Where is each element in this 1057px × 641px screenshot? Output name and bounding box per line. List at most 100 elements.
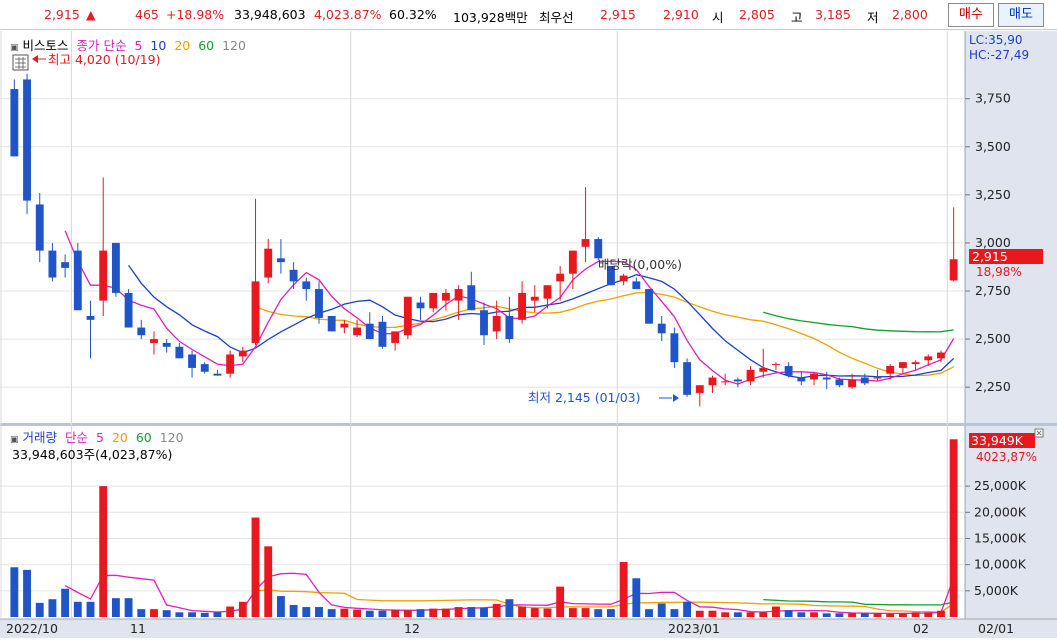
candle-body bbox=[848, 379, 857, 388]
volume-bar bbox=[619, 562, 628, 617]
candle-body bbox=[581, 239, 590, 247]
candle-body bbox=[822, 377, 831, 380]
buy-button[interactable]: 매수 bbox=[948, 3, 994, 27]
candle-body bbox=[200, 364, 209, 372]
volume-rate: 4,023.87% bbox=[314, 7, 382, 22]
volume-bar bbox=[23, 569, 31, 617]
candle-body bbox=[99, 250, 108, 301]
date-axis-bar bbox=[0, 619, 1057, 638]
dividend-marker: 배당락(0,00%) bbox=[598, 257, 682, 272]
candle-body bbox=[683, 362, 692, 395]
volume-bar bbox=[835, 613, 844, 617]
candle-body bbox=[416, 302, 425, 309]
stock-chart[interactable]: 3,750 3,500 3,250 3,000 2,750 2,500 2,250 25,00… bbox=[0, 31, 1057, 638]
candle-body bbox=[645, 289, 653, 324]
date-axis-tick: 2022/10 bbox=[6, 621, 58, 636]
volume-bar bbox=[480, 607, 488, 617]
candle-body bbox=[124, 292, 133, 328]
candle-body bbox=[797, 377, 806, 382]
candle-body bbox=[276, 258, 285, 263]
candle-body bbox=[556, 273, 565, 282]
candle-body bbox=[213, 373, 222, 376]
volume-bar bbox=[645, 609, 653, 617]
candle-body bbox=[353, 327, 362, 336]
candle-body bbox=[61, 262, 70, 268]
candle-body bbox=[886, 366, 895, 374]
candle-body bbox=[835, 379, 844, 386]
candle-body bbox=[924, 356, 933, 361]
volume-bar bbox=[568, 608, 577, 617]
ma120-label: 120 bbox=[222, 38, 246, 53]
volume-bar bbox=[61, 588, 70, 617]
candle-body bbox=[721, 381, 730, 383]
volume-bar bbox=[340, 608, 349, 617]
volume-bar bbox=[810, 612, 818, 617]
ma60-label: 60 bbox=[198, 38, 215, 53]
volume-ma-label: 단순 bbox=[65, 430, 89, 445]
candle-body bbox=[480, 310, 488, 336]
volume-bar bbox=[35, 602, 44, 617]
grid-toggle-icon[interactable] bbox=[12, 54, 29, 71]
candle-body bbox=[530, 296, 539, 301]
price-axis-tick: 2,750 bbox=[975, 283, 1011, 298]
price-change: 465 bbox=[135, 7, 159, 22]
volume-label: 거래량 bbox=[22, 430, 58, 445]
chart-canvas[interactable]: 3,750 3,500 3,250 3,000 2,750 2,500 2,250 25,00… bbox=[0, 31, 1057, 638]
volume-bar bbox=[251, 517, 260, 617]
priority-label: 최우선 bbox=[539, 10, 574, 25]
ma-label: 종가 단순 bbox=[76, 38, 127, 53]
current-volume-tag-label: 33,949K bbox=[971, 433, 1024, 448]
volume-ma5-label: 5 bbox=[96, 430, 104, 445]
candle-body bbox=[937, 352, 945, 359]
current-volume-rate-label: 4023,87% bbox=[976, 450, 1037, 464]
volume-bar bbox=[492, 603, 501, 617]
price-axis-tick: 2,500 bbox=[975, 331, 1011, 346]
candle-body bbox=[188, 354, 196, 368]
volume-bar bbox=[378, 610, 387, 617]
volume-bar bbox=[581, 608, 590, 617]
volume-axis-tick: 15,000K bbox=[974, 530, 1027, 545]
current-rate-tag-label: 18,98% bbox=[976, 265, 1022, 279]
panel-divider bbox=[0, 423, 1057, 426]
volume-bar bbox=[454, 607, 463, 617]
candle-body bbox=[340, 323, 349, 328]
sell-button[interactable]: 매도 bbox=[998, 3, 1044, 27]
volume-bar bbox=[403, 610, 412, 617]
price-axis-tick: 3,250 bbox=[975, 187, 1011, 202]
volume-bar bbox=[543, 608, 552, 617]
ma5-label: 5 bbox=[134, 38, 143, 53]
volume-bar bbox=[162, 610, 171, 617]
volume-bar bbox=[353, 609, 362, 617]
volume-bar bbox=[949, 439, 958, 617]
volume-bar bbox=[441, 608, 450, 617]
candle-body bbox=[162, 342, 171, 347]
candle-body bbox=[619, 275, 628, 282]
price-axis-tick: 2,250 bbox=[975, 379, 1011, 394]
low-price: 2,800 bbox=[892, 7, 928, 22]
candle-body bbox=[429, 292, 438, 309]
volume-bar bbox=[48, 599, 57, 617]
volume-bar bbox=[721, 612, 730, 617]
volume-bar bbox=[111, 598, 120, 617]
volume-bar bbox=[276, 596, 285, 617]
volume-bar bbox=[886, 613, 895, 617]
volume-bar bbox=[188, 612, 196, 617]
volume-bar bbox=[911, 612, 920, 617]
volume-bar bbox=[937, 610, 945, 617]
grid-toggle-glyph bbox=[15, 57, 26, 69]
candle-body bbox=[949, 259, 958, 281]
volume-bar bbox=[530, 608, 539, 617]
stock-name[interactable]: 비스토스 bbox=[23, 38, 69, 53]
candle-body bbox=[365, 323, 374, 340]
candle-body bbox=[657, 323, 666, 334]
candle-body bbox=[137, 327, 146, 336]
priority-bid: 2,910 bbox=[663, 7, 699, 22]
volume-ma120-label: 120 bbox=[159, 430, 184, 445]
candle-body bbox=[175, 346, 184, 359]
candle-body bbox=[403, 296, 412, 336]
candle-body bbox=[810, 373, 818, 380]
volume-bar bbox=[150, 609, 158, 617]
ma10-label: 10 bbox=[150, 38, 167, 53]
candle-body bbox=[492, 316, 501, 332]
volume-bar bbox=[606, 609, 615, 617]
